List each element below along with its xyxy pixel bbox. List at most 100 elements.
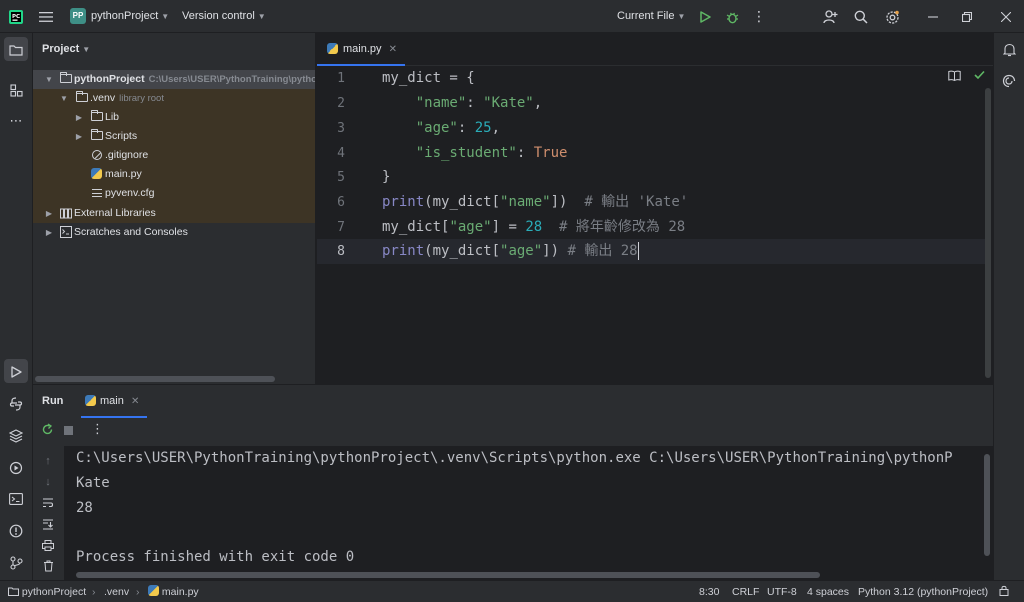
code-line-3: "age": 25, xyxy=(415,120,501,136)
config-file-icon xyxy=(90,184,103,203)
tree-item-external-libraries[interactable]: ▶ External Libraries xyxy=(33,204,315,223)
python-file-icon xyxy=(90,165,103,184)
breadcrumb-venv[interactable]: .venv xyxy=(104,581,129,602)
close-window-icon[interactable] xyxy=(996,0,1016,33)
folder-icon xyxy=(90,127,103,146)
line-separator[interactable]: CRLF xyxy=(732,581,759,602)
chevron-right-icon: ▶ xyxy=(75,113,83,122)
clear-all-trash-icon[interactable] xyxy=(39,557,57,575)
run-panel: Run main ✕ ⋮ ↑ ↓ C:\Users\USER\PythonTra… xyxy=(33,384,993,581)
soft-wrap-icon[interactable] xyxy=(39,494,57,512)
minimize-icon[interactable] xyxy=(923,0,943,33)
restore-icon[interactable] xyxy=(957,0,977,33)
close-tab-icon[interactable]: ✕ xyxy=(389,33,397,66)
run-tab-main[interactable]: main ✕ xyxy=(81,385,147,418)
scroll-down-icon[interactable]: ↓ xyxy=(39,473,57,491)
python-file-icon xyxy=(327,33,338,66)
breadcrumb-main-py[interactable]: main.py xyxy=(148,581,199,602)
line-number: 4 xyxy=(337,146,345,161)
services-icon[interactable] xyxy=(4,455,28,479)
main-menu-icon[interactable] xyxy=(36,0,56,33)
svg-text:PC: PC xyxy=(12,14,20,20)
console-line: C:\Users\USER\PythonTraining\pythonProje… xyxy=(76,450,953,466)
run-tool-icon[interactable] xyxy=(4,359,28,383)
chevron-right-icon: ▶ xyxy=(75,132,83,141)
close-tab-icon[interactable]: ✕ xyxy=(131,385,139,418)
more-tools-icon[interactable]: ⋯ xyxy=(4,109,28,133)
tree-item-lib[interactable]: ▶ Lib xyxy=(33,108,315,127)
code-editor: main.py ✕ 1 2 3 4 5 6 7 8 my_dict = { "n… xyxy=(317,33,993,384)
caret-position[interactable]: 8:30 xyxy=(699,581,719,602)
scroll-up-icon[interactable]: ↑ xyxy=(39,452,57,470)
code-line-1: my_dict = { xyxy=(382,70,475,86)
project-switcher[interactable]: pythonProject ▼ xyxy=(91,0,169,33)
python-console-icon[interactable] xyxy=(4,391,28,415)
console-line: Kate xyxy=(76,475,110,491)
version-control-label: Version control xyxy=(182,10,255,22)
code-line-6: print(my_dict["name"]) # 輸出 'Kate' xyxy=(382,194,689,210)
project-folder-icon[interactable] xyxy=(4,37,28,61)
problems-icon[interactable] xyxy=(4,518,28,542)
search-icon[interactable] xyxy=(851,0,871,33)
tree-item-venv[interactable]: ▼ .venv library root xyxy=(33,89,315,108)
project-panel: Project ▼ ▼ pythonProject C:\Users\USER\Py… xyxy=(33,33,316,384)
console-horizontal-scrollbar[interactable] xyxy=(76,572,820,578)
line-number: 5 xyxy=(337,170,345,185)
folder-icon xyxy=(59,70,72,89)
title-bar: PC PP pythonProject ▼ Version control ▼ Cu… xyxy=(0,0,1024,33)
project-name: pythonProject xyxy=(91,10,159,22)
tree-item-label: pyvenv.cfg xyxy=(105,187,155,199)
indent-setting[interactable]: 4 spaces xyxy=(807,581,849,602)
file-encoding[interactable]: UTF-8 xyxy=(767,581,797,602)
terminal-icon[interactable] xyxy=(4,486,28,510)
line-number: 1 xyxy=(337,71,345,86)
tree-item-pythonproject[interactable]: ▼ pythonProject C:\Users\USER\PythonTrain… xyxy=(33,70,315,89)
python-interpreter[interactable]: Python 3.12 (pythonProject) xyxy=(858,581,988,602)
version-control-menu[interactable]: Version control ▼ xyxy=(182,0,266,33)
more-actions-icon[interactable]: ⋮ xyxy=(750,0,768,33)
print-icon[interactable] xyxy=(39,536,57,554)
breadcrumb-separator-icon: › xyxy=(136,586,140,598)
ai-assistant-icon[interactable] xyxy=(997,68,1021,92)
tree-item-gitignore[interactable]: .gitignore xyxy=(33,146,315,165)
line-number: 7 xyxy=(337,220,345,235)
project-horizontal-scrollbar[interactable] xyxy=(35,376,275,382)
tab-main-py[interactable]: main.py ✕ xyxy=(317,33,405,66)
text-caret xyxy=(637,242,639,260)
add-user-icon[interactable] xyxy=(820,0,840,33)
rerun-button[interactable] xyxy=(41,423,54,439)
tree-item-scratches[interactable]: ▶ Scratches and Consoles xyxy=(33,223,315,242)
structure-icon[interactable] xyxy=(4,78,28,102)
tree-item-main-py[interactable]: main.py xyxy=(33,165,315,184)
stop-button[interactable] xyxy=(64,426,73,435)
run-button[interactable] xyxy=(696,0,714,33)
scroll-to-end-icon[interactable] xyxy=(39,515,57,533)
notifications-bell-icon[interactable] xyxy=(997,37,1021,61)
tab-label: main.py xyxy=(343,43,382,55)
debug-button[interactable] xyxy=(723,0,741,33)
editor-vertical-scrollbar[interactable] xyxy=(985,88,991,378)
tree-item-pyvenv-cfg[interactable]: pyvenv.cfg xyxy=(33,184,315,203)
project-panel-header[interactable]: Project ▼ xyxy=(42,33,90,66)
code-line-8: print(my_dict["age"]) # 輸出 28 xyxy=(382,242,639,260)
reader-mode-icon[interactable] xyxy=(948,70,961,84)
run-console-output[interactable]: C:\Users\USER\PythonTraining\pythonProje… xyxy=(64,446,993,581)
git-icon[interactable] xyxy=(4,550,28,574)
console-vertical-scrollbar[interactable] xyxy=(984,454,990,556)
folder-icon xyxy=(90,108,103,127)
lock-icon[interactable] xyxy=(999,581,1009,602)
line-number: 6 xyxy=(337,195,345,210)
breadcrumb-project[interactable]: pythonProject xyxy=(8,581,86,602)
python-packages-icon[interactable] xyxy=(4,423,28,447)
scratches-icon xyxy=(59,223,72,242)
app-logo-icon[interactable]: PC xyxy=(6,0,26,33)
line-number: 8 xyxy=(337,244,345,259)
settings-gear-icon[interactable] xyxy=(882,0,902,33)
inspection-ok-icon[interactable] xyxy=(974,70,985,83)
tree-item-scripts[interactable]: ▶ Scripts xyxy=(33,127,315,146)
console-line: 28 xyxy=(76,500,93,516)
line-number: 3 xyxy=(337,121,345,136)
run-config-selector[interactable]: Current File ▼ xyxy=(617,0,685,33)
more-actions-icon[interactable]: ⋮ xyxy=(91,421,104,437)
run-panel-title: Run xyxy=(42,395,64,407)
